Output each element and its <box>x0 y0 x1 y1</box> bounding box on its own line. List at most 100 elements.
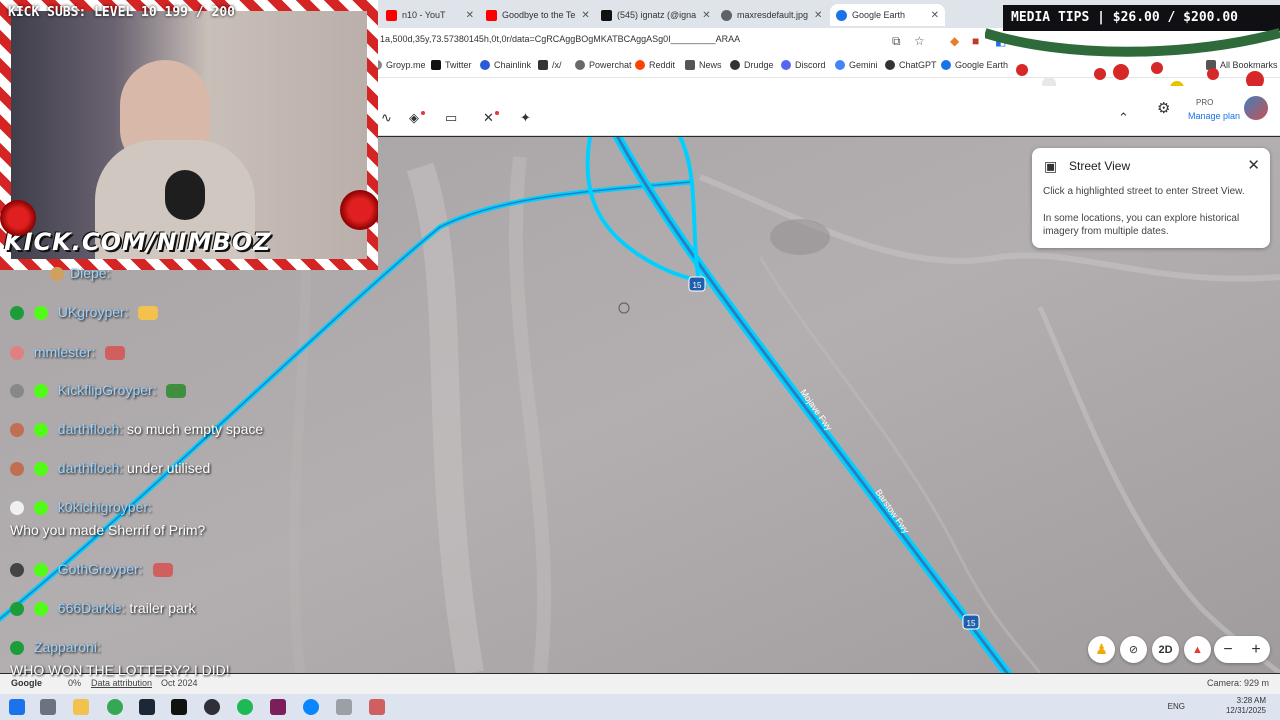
street-view-hint: Click a highlighted street to enter Stre… <box>1043 186 1245 197</box>
pegman-button[interactable]: ♟ <box>1088 636 1115 663</box>
svg-text:15: 15 <box>967 619 976 628</box>
bookmark-chatgpt[interactable]: ChatGPT <box>885 60 937 70</box>
tab-twitter[interactable]: (545) ignatz (@igna ✕ <box>595 4 710 26</box>
settings-gear-icon[interactable]: ⚙ <box>1157 99 1170 117</box>
account-avatar[interactable] <box>1244 96 1268 120</box>
chat-text: Who you made Sherrif of Prim? <box>10 522 206 538</box>
sub-badge-icon <box>33 501 48 516</box>
star-bookmark-icon[interactable]: ☆ <box>914 34 925 48</box>
bookmark-groyp[interactable]: Groyp.me <box>372 60 426 70</box>
tab-google-earth[interactable]: Google Earth ✕ <box>830 4 945 26</box>
gemini-icon <box>835 60 845 70</box>
street-view-icon: ▣ <box>1044 158 1058 174</box>
app-icon[interactable] <box>336 699 352 715</box>
extension-icon[interactable]: ◆ <box>950 34 959 48</box>
chat-username: UKgroyper: <box>57 304 129 320</box>
chat-message: mmlester: <box>10 344 126 361</box>
bookmark-label: Powerchat <box>589 60 632 70</box>
chrome-icon[interactable] <box>107 699 123 715</box>
close-tab-icon[interactable]: ✕ <box>925 10 939 21</box>
chat-username: k0kichigroyper: <box>57 499 152 515</box>
windows-start-icon[interactable] <box>9 699 25 715</box>
chat-message: Who you made Sherrif of Prim? <box>10 522 205 538</box>
bookmark-label: Reddit <box>649 60 676 70</box>
bookmark-x[interactable]: /x/ <box>538 60 562 70</box>
compass-off-icon: ⊘ <box>1128 644 1139 656</box>
extension-icon[interactable]: ■ <box>972 34 979 48</box>
chat-username: Zapparoni: <box>33 639 101 655</box>
kick-badge-icon <box>10 602 24 617</box>
close-tab-icon[interactable]: ✕ <box>575 10 589 21</box>
chatgpt-icon <box>885 60 895 70</box>
url-field[interactable]: 1a,500d,35y,73.57380145h,0t,0r/data=CgRC… <box>380 34 740 44</box>
bookmark-reddit[interactable]: Reddit <box>635 60 675 70</box>
app-icon[interactable] <box>270 699 286 715</box>
tab-title: n10 - YouT <box>402 10 446 20</box>
chat-avatar <box>10 384 24 399</box>
system-clock[interactable]: 3:28 AM 12/31/2025 <box>1226 696 1266 716</box>
imagery-date: Oct 2024 <box>161 678 198 688</box>
terminal-icon[interactable] <box>171 699 187 715</box>
data-attribution-link[interactable]: Data attribution <box>91 678 152 688</box>
chat-username: darthfloch: <box>57 460 124 476</box>
bookmark-news[interactable]: News <box>685 60 722 70</box>
zoom-out-button[interactable]: − <box>1214 636 1242 663</box>
language-indicator[interactable]: ENG <box>1168 702 1185 711</box>
steam-icon[interactable] <box>139 699 155 715</box>
manage-plan-link[interactable]: Manage plan <box>1188 111 1240 121</box>
zoom-in-button[interactable]: + <box>1242 636 1270 663</box>
obs-icon[interactable] <box>204 699 220 715</box>
spotify-icon[interactable] <box>237 699 253 715</box>
christmas-bow-icon <box>340 190 378 230</box>
bookmark-chainlink[interactable]: Chainlink <box>480 60 531 70</box>
bookmark-twitter[interactable]: Twitter <box>431 60 472 70</box>
file-explorer-icon[interactable] <box>73 699 89 715</box>
path-measure-icon[interactable]: ∿ <box>381 110 392 126</box>
kick-subs-counter: KICK SUBS: LEVEL 10 199 / 200 <box>8 5 235 20</box>
chat-avatar <box>10 346 24 361</box>
chat-username: GothGroyper: <box>57 561 143 577</box>
toggle-2d-button[interactable]: 2D <box>1152 636 1179 663</box>
close-tab-icon[interactable]: ✕ <box>460 10 474 21</box>
pro-badge: PRO <box>1196 98 1214 107</box>
bookmark-drudge[interactable]: Drudge <box>730 60 774 70</box>
chat-text: under utilised <box>127 460 211 476</box>
task-view-icon[interactable] <box>40 699 56 715</box>
chat-avatar <box>10 563 24 578</box>
layers-icon[interactable]: ◈ <box>409 110 419 126</box>
street-view-panel: ▣ Street View ✕ Click a highlighted stre… <box>1032 148 1270 248</box>
chat-message: Diepe: <box>10 265 110 282</box>
app-icon[interactable] <box>369 699 385 715</box>
reset-north-button[interactable]: ⊘ <box>1120 636 1147 663</box>
kick-badge-icon <box>10 641 24 656</box>
drudge-icon <box>730 60 740 70</box>
collapse-chevron-icon[interactable]: ⌃ <box>1118 110 1129 126</box>
clock-date: 12/31/2025 <box>1225 706 1266 715</box>
chat-username: mmlester: <box>33 344 96 360</box>
tab-youtube-2[interactable]: Goodbye to the Te ✕ <box>480 4 590 26</box>
tab-image[interactable]: maxresdefault.jpg ✕ <box>715 4 825 26</box>
chat-message: UKgroyper: <box>10 304 159 321</box>
sparkle-icon[interactable]: ✦ <box>520 110 531 126</box>
emote-icon <box>166 384 187 399</box>
close-tab-icon[interactable]: ✕ <box>808 10 822 21</box>
globe-icon <box>721 9 732 21</box>
telegram-icon[interactable] <box>303 699 319 715</box>
interstate-shield: 15 <box>962 614 980 630</box>
interstate-shield: 15 <box>688 276 706 292</box>
install-app-icon[interactable]: ⧉ <box>892 34 901 49</box>
bookmark-discord[interactable]: Discord <box>781 60 826 70</box>
bookmark-powerchat[interactable]: Powerchat <box>575 60 632 70</box>
sub-badge-icon <box>33 602 48 617</box>
satellite-icon[interactable]: ✕ <box>483 110 494 126</box>
chat-message: k0kichigroyper: <box>10 499 152 516</box>
close-tab-icon[interactable]: ✕ <box>696 10 710 21</box>
chat-avatar <box>10 501 24 516</box>
tab-youtube-1[interactable]: n10 - YouT ✕ <box>380 4 480 26</box>
compass-button[interactable]: ▲ <box>1184 636 1211 663</box>
ruler-icon[interactable]: ▭ <box>445 110 457 126</box>
close-icon[interactable]: ✕ <box>1247 156 1260 174</box>
bookmark-gemini[interactable]: Gemini <box>835 60 878 70</box>
emote-icon <box>138 306 159 321</box>
reddit-icon <box>635 60 645 70</box>
